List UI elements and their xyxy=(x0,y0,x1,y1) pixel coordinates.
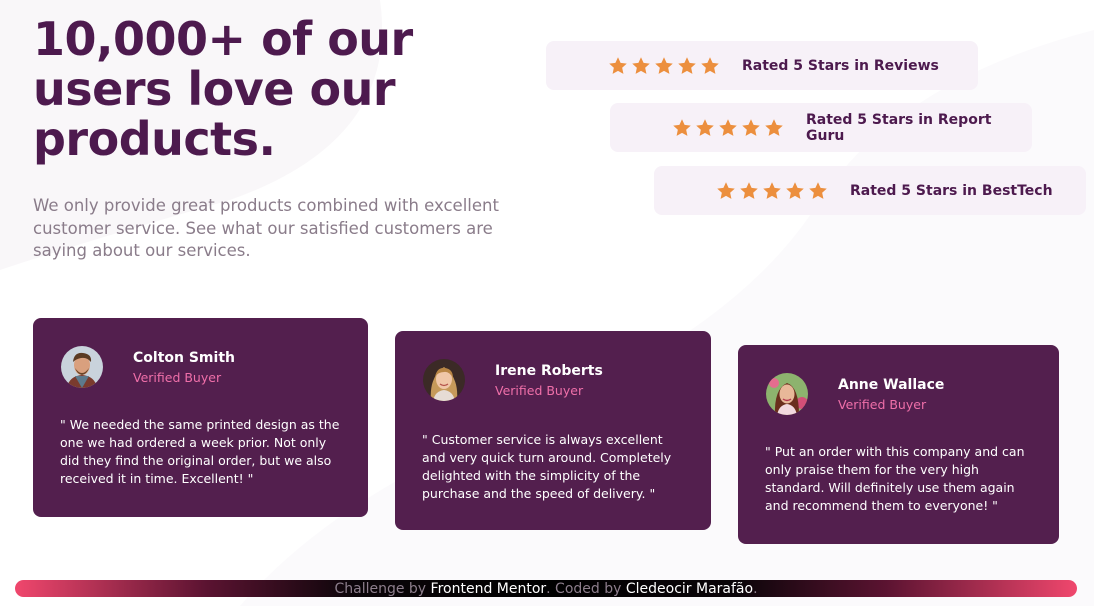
star-icon xyxy=(655,56,673,74)
testimonial-quote: " Customer service is always excellent a… xyxy=(422,432,672,501)
attribution-middle: . Coded by xyxy=(546,580,622,597)
page-description: We only provide great products combined … xyxy=(33,196,499,260)
rating-label: Rated 5 Stars in BestTech xyxy=(850,182,1053,199)
attribution-prefix: Challenge by xyxy=(334,580,427,597)
star-rating xyxy=(608,56,720,76)
verified-buyer-label: Verified Buyer xyxy=(838,397,927,412)
star-rating xyxy=(716,181,828,201)
star-icon xyxy=(719,118,737,136)
star-icon xyxy=(632,56,650,74)
author-link[interactable]: Cledeocir Marafão xyxy=(626,581,753,597)
star-icon xyxy=(609,56,627,74)
reviewer-name: Irene Roberts xyxy=(495,363,603,379)
verified-buyer-label: Verified Buyer xyxy=(495,383,584,398)
reviewer-name: Anne Wallace xyxy=(838,377,945,393)
star-icon xyxy=(701,56,719,74)
testimonial-quote: " Put an order with this company and can… xyxy=(765,444,1025,513)
reviewer-name: Colton Smith xyxy=(133,350,235,366)
star-icon xyxy=(809,181,827,199)
star-icon xyxy=(673,118,691,136)
star-icon xyxy=(740,181,758,199)
star-icon xyxy=(765,118,783,136)
rating-reviews: Rated 5 Stars in Reviews xyxy=(546,41,978,90)
star-icon xyxy=(786,181,804,199)
rating-label: Rated 5 Stars in Reviews xyxy=(742,57,939,74)
attribution-footer: Challenge by Frontend Mentor. Coded by C… xyxy=(15,580,1077,597)
avatar xyxy=(766,373,808,415)
frontend-mentor-link[interactable]: Frontend Mentor xyxy=(431,581,547,597)
testimonial-quote: " We needed the same printed design as t… xyxy=(60,417,340,486)
avatar xyxy=(61,346,103,388)
star-icon xyxy=(763,181,781,199)
avatar xyxy=(423,359,465,401)
star-icon xyxy=(717,181,735,199)
rating-besttech: Rated 5 Stars in BestTech xyxy=(654,166,1086,215)
attribution-suffix: . xyxy=(753,580,758,597)
star-icon xyxy=(678,56,696,74)
rating-report-guru: Rated 5 Stars in Report Guru xyxy=(610,103,1032,152)
testimonial-card-irene: Irene Roberts Verified Buyer " Customer … xyxy=(395,331,711,530)
star-icon xyxy=(742,118,760,136)
testimonial-card-colton: Colton Smith Verified Buyer " We needed … xyxy=(33,318,368,517)
page-title: 10,000+ of our users love our products. xyxy=(33,12,413,166)
star-rating xyxy=(672,118,784,138)
star-icon xyxy=(696,118,714,136)
rating-label: Rated 5 Stars in Report Guru xyxy=(806,111,992,144)
testimonial-card-anne: Anne Wallace Verified Buyer " Put an ord… xyxy=(738,345,1059,544)
verified-buyer-label: Verified Buyer xyxy=(133,370,222,385)
